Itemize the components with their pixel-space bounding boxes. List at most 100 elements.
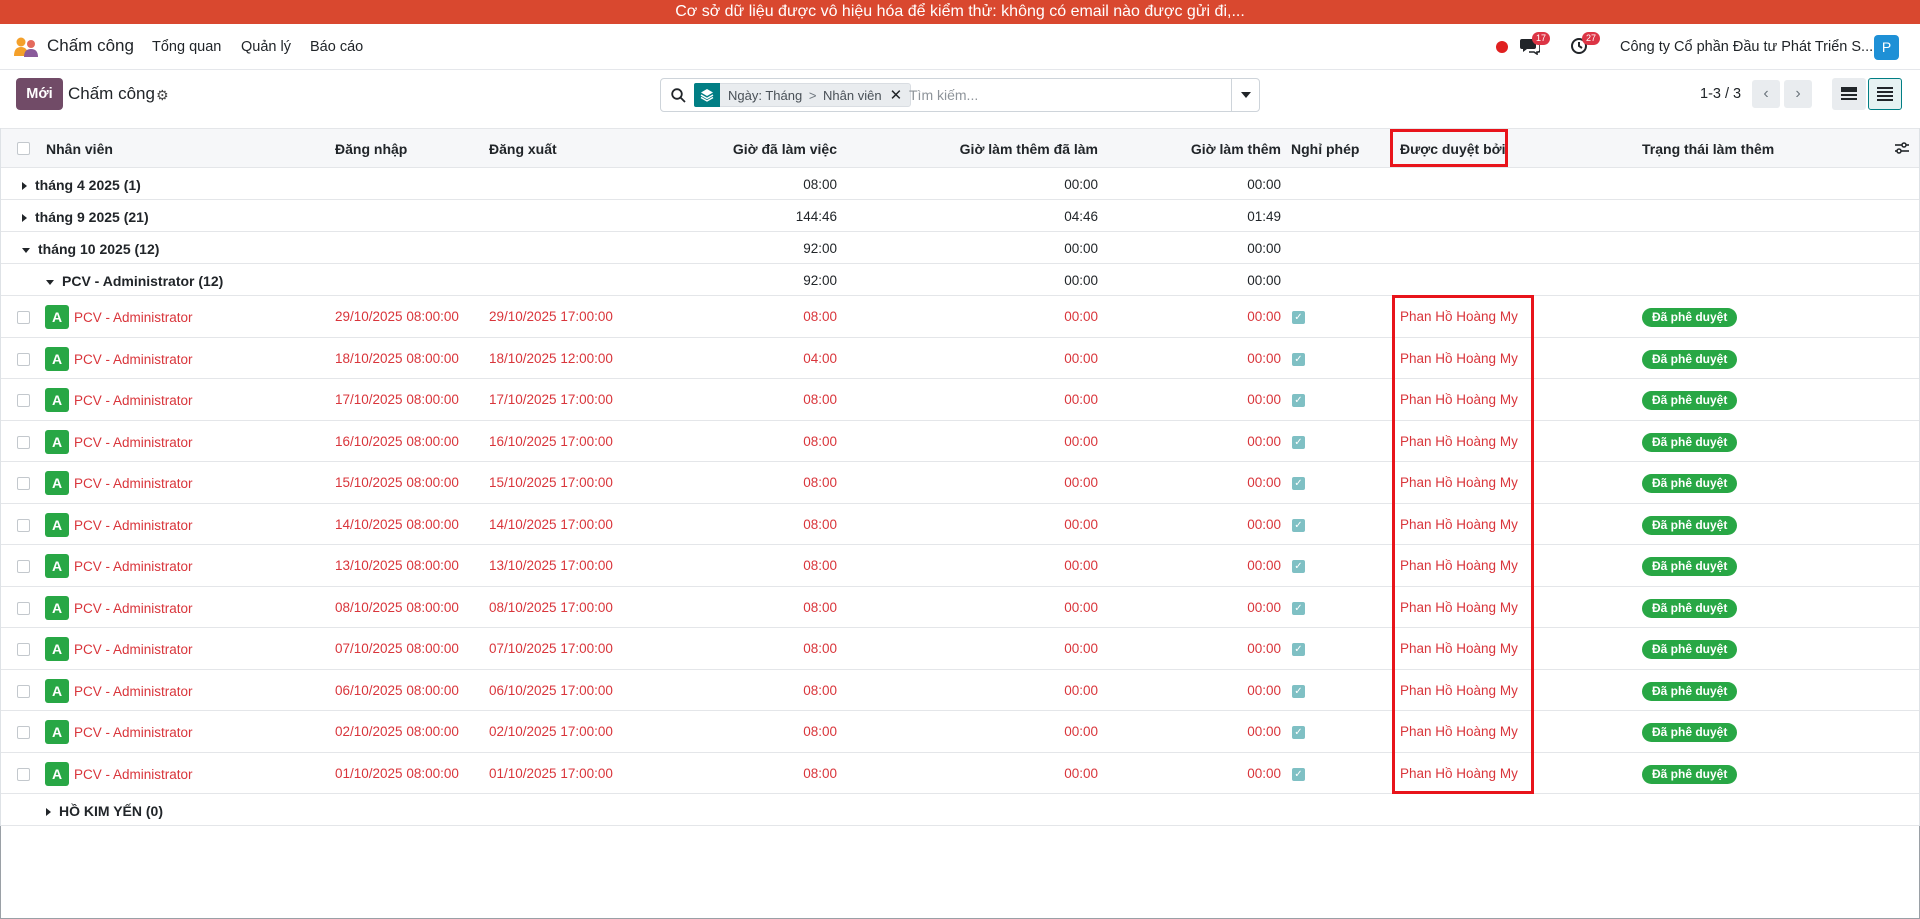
row-checkbox[interactable] xyxy=(17,685,30,698)
row-checkbox[interactable] xyxy=(17,436,30,449)
leave-checkbox[interactable]: ✓ xyxy=(1292,436,1305,449)
select-all-checkbox[interactable] xyxy=(17,142,30,155)
group-overtime-done: 00:00 xyxy=(1064,241,1098,256)
leave-checkbox[interactable]: ✓ xyxy=(1292,768,1305,781)
attendance-app-icon[interactable] xyxy=(13,36,39,58)
menu-manage[interactable]: Quản lý xyxy=(241,39,291,55)
row-checkbox[interactable] xyxy=(17,519,30,532)
gear-icon[interactable]: ⚙ xyxy=(156,87,169,104)
column-overtime-done[interactable]: Giờ làm thêm đã làm xyxy=(901,141,1098,157)
leave-checkbox[interactable]: ✓ xyxy=(1292,602,1305,615)
table-row[interactable]: A PCV - Administrator 13/10/2025 08:00:00 1… xyxy=(1,545,1919,587)
chevron-right-icon: › xyxy=(1795,85,1801,102)
column-leave[interactable]: Nghỉ phép xyxy=(1291,141,1359,157)
group-row[interactable]: tháng 4 2025 (1) 08:00 00:00 00:00 xyxy=(1,168,1919,200)
activities-button[interactable]: 27 xyxy=(1570,32,1600,57)
employee-name[interactable]: PCV - Administrator xyxy=(74,393,193,408)
attendance-status-dot[interactable] xyxy=(1496,41,1508,53)
row-checkbox[interactable] xyxy=(17,560,30,573)
company-switcher[interactable]: Công ty Cổ phần Đầu tư Phát Triển S... xyxy=(1620,39,1873,55)
overtime-value: 00:00 xyxy=(1247,517,1281,532)
employee-name[interactable]: PCV - Administrator xyxy=(74,476,193,491)
row-checkbox[interactable] xyxy=(17,353,30,366)
employee-name[interactable]: PCV - Administrator xyxy=(74,435,193,450)
leave-checkbox[interactable]: ✓ xyxy=(1292,685,1305,698)
employee-name[interactable]: PCV - Administrator xyxy=(74,352,193,367)
app-name[interactable]: Chấm công xyxy=(47,36,134,56)
table-row[interactable]: A PCV - Administrator 15/10/2025 08:00:00 1… xyxy=(1,462,1919,504)
row-checkbox[interactable] xyxy=(17,477,30,490)
messages-button[interactable]: 17 xyxy=(1520,32,1550,57)
facet-separator: > xyxy=(808,87,817,103)
row-checkbox[interactable] xyxy=(17,768,30,781)
caret-down-icon xyxy=(1240,92,1251,98)
column-check-out[interactable]: Đăng xuất xyxy=(489,141,557,157)
leave-checkbox[interactable]: ✓ xyxy=(1292,519,1305,532)
table-row[interactable]: A PCV - Administrator 07/10/2025 08:00:00 0… xyxy=(1,628,1919,670)
menu-overview[interactable]: Tổng quan xyxy=(152,39,221,55)
employee-avatar: A xyxy=(45,637,69,661)
row-checkbox[interactable] xyxy=(17,602,30,615)
group-worked-hours: 92:00 xyxy=(803,241,837,256)
menu-reports[interactable]: Báo cáo xyxy=(310,39,363,55)
leave-checkbox[interactable]: ✓ xyxy=(1292,643,1305,656)
row-checkbox[interactable] xyxy=(17,643,30,656)
table-row[interactable]: A PCV - Administrator 17/10/2025 08:00:00 1… xyxy=(1,379,1919,421)
user-avatar[interactable]: P xyxy=(1874,35,1899,60)
employee-name[interactable]: PCV - Administrator xyxy=(74,642,193,657)
table-row[interactable]: A PCV - Administrator 02/10/2025 08:00:00 0… xyxy=(1,711,1919,753)
status-badge: Đã phê duyệt xyxy=(1642,723,1738,742)
row-checkbox[interactable] xyxy=(17,311,30,324)
table-row[interactable]: A PCV - Administrator 01/10/2025 08:00:00 0… xyxy=(1,753,1919,794)
table-row[interactable]: A PCV - Administrator 18/10/2025 08:00:00 1… xyxy=(1,338,1919,379)
leave-checkbox[interactable]: ✓ xyxy=(1292,394,1305,407)
groupby-facet[interactable]: Ngày: Tháng > Nhân viên ✕ xyxy=(694,83,912,107)
search-input[interactable] xyxy=(909,85,1219,105)
subgroup-label: PCV - Administrator (12) xyxy=(62,273,224,289)
check-out-value: 29/10/2025 17:00:00 xyxy=(489,309,613,324)
check-in-value: 15/10/2025 08:00:00 xyxy=(335,475,459,490)
employee-name[interactable]: PCV - Administrator xyxy=(74,310,193,325)
leave-checkbox[interactable]: ✓ xyxy=(1292,311,1305,324)
leave-checkbox[interactable]: ✓ xyxy=(1292,477,1305,490)
group-row[interactable]: tháng 9 2025 (21) 144:46 04:46 01:49 xyxy=(1,200,1919,232)
column-overtime-status[interactable]: Trạng thái làm thêm xyxy=(1642,141,1774,157)
pager-previous-button[interactable]: ‹ xyxy=(1752,80,1780,108)
group-row[interactable]: tháng 10 2025 (12) 92:00 00:00 00:00 xyxy=(1,232,1919,264)
new-button[interactable]: Mới xyxy=(16,78,63,110)
check-in-value: 16/10/2025 08:00:00 xyxy=(335,434,459,449)
column-worked-hours[interactable]: Giờ đã làm việc xyxy=(637,141,837,157)
employee-name[interactable]: PCV - Administrator xyxy=(74,518,193,533)
table-row[interactable]: A PCV - Administrator 06/10/2025 08:00:00 0… xyxy=(1,670,1919,711)
table-row[interactable]: A PCV - Administrator 29/10/2025 08:00:00 2… xyxy=(1,296,1919,338)
pager-value[interactable]: 1-3 / 3 xyxy=(1700,86,1741,102)
column-overtime[interactable]: Giờ làm thêm xyxy=(1111,141,1281,157)
column-employee[interactable]: Nhân viên xyxy=(46,141,113,157)
column-check-in[interactable]: Đăng nhập xyxy=(335,141,407,157)
pager-next-button[interactable]: › xyxy=(1784,80,1812,108)
close-icon[interactable]: ✕ xyxy=(890,86,911,104)
subgroup-row-administrator[interactable]: PCV - Administrator (12) 92:00 00:00 00:00 xyxy=(1,264,1919,296)
employee-name[interactable]: PCV - Administrator xyxy=(74,684,193,699)
table-row[interactable]: A PCV - Administrator 14/10/2025 08:00:00 1… xyxy=(1,504,1919,545)
search-icon[interactable] xyxy=(671,88,686,103)
view-switch-kanban[interactable] xyxy=(1832,78,1866,110)
employee-name[interactable]: PCV - Administrator xyxy=(74,767,193,782)
leave-checkbox[interactable]: ✓ xyxy=(1292,726,1305,739)
overtime-done-value: 00:00 xyxy=(1064,641,1098,656)
employee-name[interactable]: PCV - Administrator xyxy=(74,559,193,574)
search-options-toggle[interactable] xyxy=(1231,79,1259,111)
employee-name[interactable]: PCV - Administrator xyxy=(74,601,193,616)
table-row[interactable]: A PCV - Administrator 08/10/2025 08:00:00 0… xyxy=(1,587,1919,628)
employee-name[interactable]: PCV - Administrator xyxy=(74,725,193,740)
row-checkbox[interactable] xyxy=(17,726,30,739)
leave-checkbox[interactable]: ✓ xyxy=(1292,353,1305,366)
leave-checkbox[interactable]: ✓ xyxy=(1292,560,1305,573)
worked-hours-value: 04:00 xyxy=(803,351,837,366)
view-switch-list[interactable] xyxy=(1868,78,1902,110)
overtime-value: 00:00 xyxy=(1247,392,1281,407)
optional-columns-toggle[interactable] xyxy=(1894,140,1910,159)
row-checkbox[interactable] xyxy=(17,394,30,407)
subgroup-row-ho-kim-yen[interactable]: HỒ KIM YẾN (0) xyxy=(1,794,1919,826)
table-row[interactable]: A PCV - Administrator 16/10/2025 08:00:00 1… xyxy=(1,421,1919,462)
